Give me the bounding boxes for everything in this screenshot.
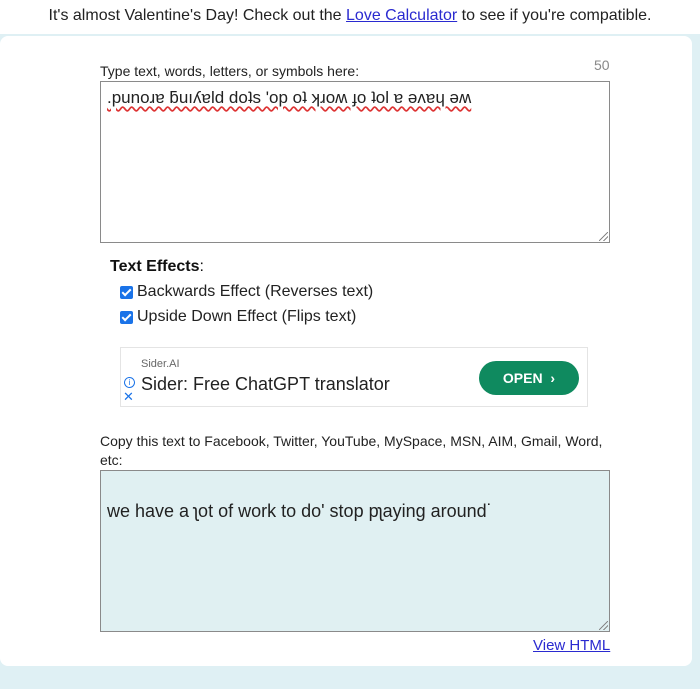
text-effects-title: Text Effects <box>110 258 200 275</box>
text-effects-heading: Text Effects: <box>110 258 204 276</box>
backwards-effect-checkbox[interactable] <box>120 285 133 299</box>
output-label: Copy this text to Facebook, Twitter, You… <box>100 433 603 468</box>
ad-brand: Sider.AI <box>141 358 180 370</box>
upside-down-effect-label: Upside Down Effect (Flips text) <box>137 308 357 325</box>
ad-open-button[interactable]: OPEN › <box>479 361 579 395</box>
valentine-banner: It's almost Valentine's Day! Check out t… <box>0 0 700 34</box>
close-icon[interactable]: ✕ <box>123 389 134 405</box>
text-effects-colon: : <box>199 258 204 275</box>
resize-grip-icon[interactable] <box>599 621 608 630</box>
character-counter: 50 <box>594 57 610 73</box>
ad-title: Sider: Free ChatGPT translator <box>141 374 390 394</box>
banner-text-before: It's almost Valentine's Day! Check out t… <box>48 7 347 24</box>
resize-grip-icon[interactable] <box>599 232 608 241</box>
love-calculator-link[interactable]: Love Calculator <box>346 7 457 24</box>
backwards-effect-label: Backwards Effect (Reverses text) <box>137 283 374 300</box>
ad-open-label: OPEN <box>502 370 543 386</box>
info-icon[interactable]: i <box>124 377 135 388</box>
input-textarea[interactable]: .punoɹɐ ƃuıʎɐld doʇs 'op oʇ ʞɹoʍ ɟo ʇol … <box>100 81 610 243</box>
backwards-effect-option[interactable]: Backwards Effect (Reverses text) <box>120 283 373 301</box>
output-textarea[interactable]: we have a ʅot of work to do' stop pʅayin… <box>100 470 610 632</box>
banner-text-after: to see if you're compatible. <box>457 7 652 24</box>
output-text: we have a ʅot of work to do' stop pʅayin… <box>107 501 493 521</box>
chevron-right-icon: › <box>546 370 556 386</box>
upside-down-effect-option[interactable]: Upside Down Effect (Flips text) <box>120 308 356 326</box>
upside-down-effect-checkbox[interactable] <box>120 310 133 324</box>
view-html-link[interactable]: View HTML <box>533 637 610 654</box>
input-label: Type text, words, letters, or symbols he… <box>100 63 360 79</box>
sider-ad[interactable]: Sider.AI i ✕ Sider: Free ChatGPT transla… <box>120 347 588 407</box>
input-text: .punoɹɐ ƃuıʎɐld doʇs 'op oʇ ʞɹoʍ ɟo ʇol … <box>107 88 472 107</box>
